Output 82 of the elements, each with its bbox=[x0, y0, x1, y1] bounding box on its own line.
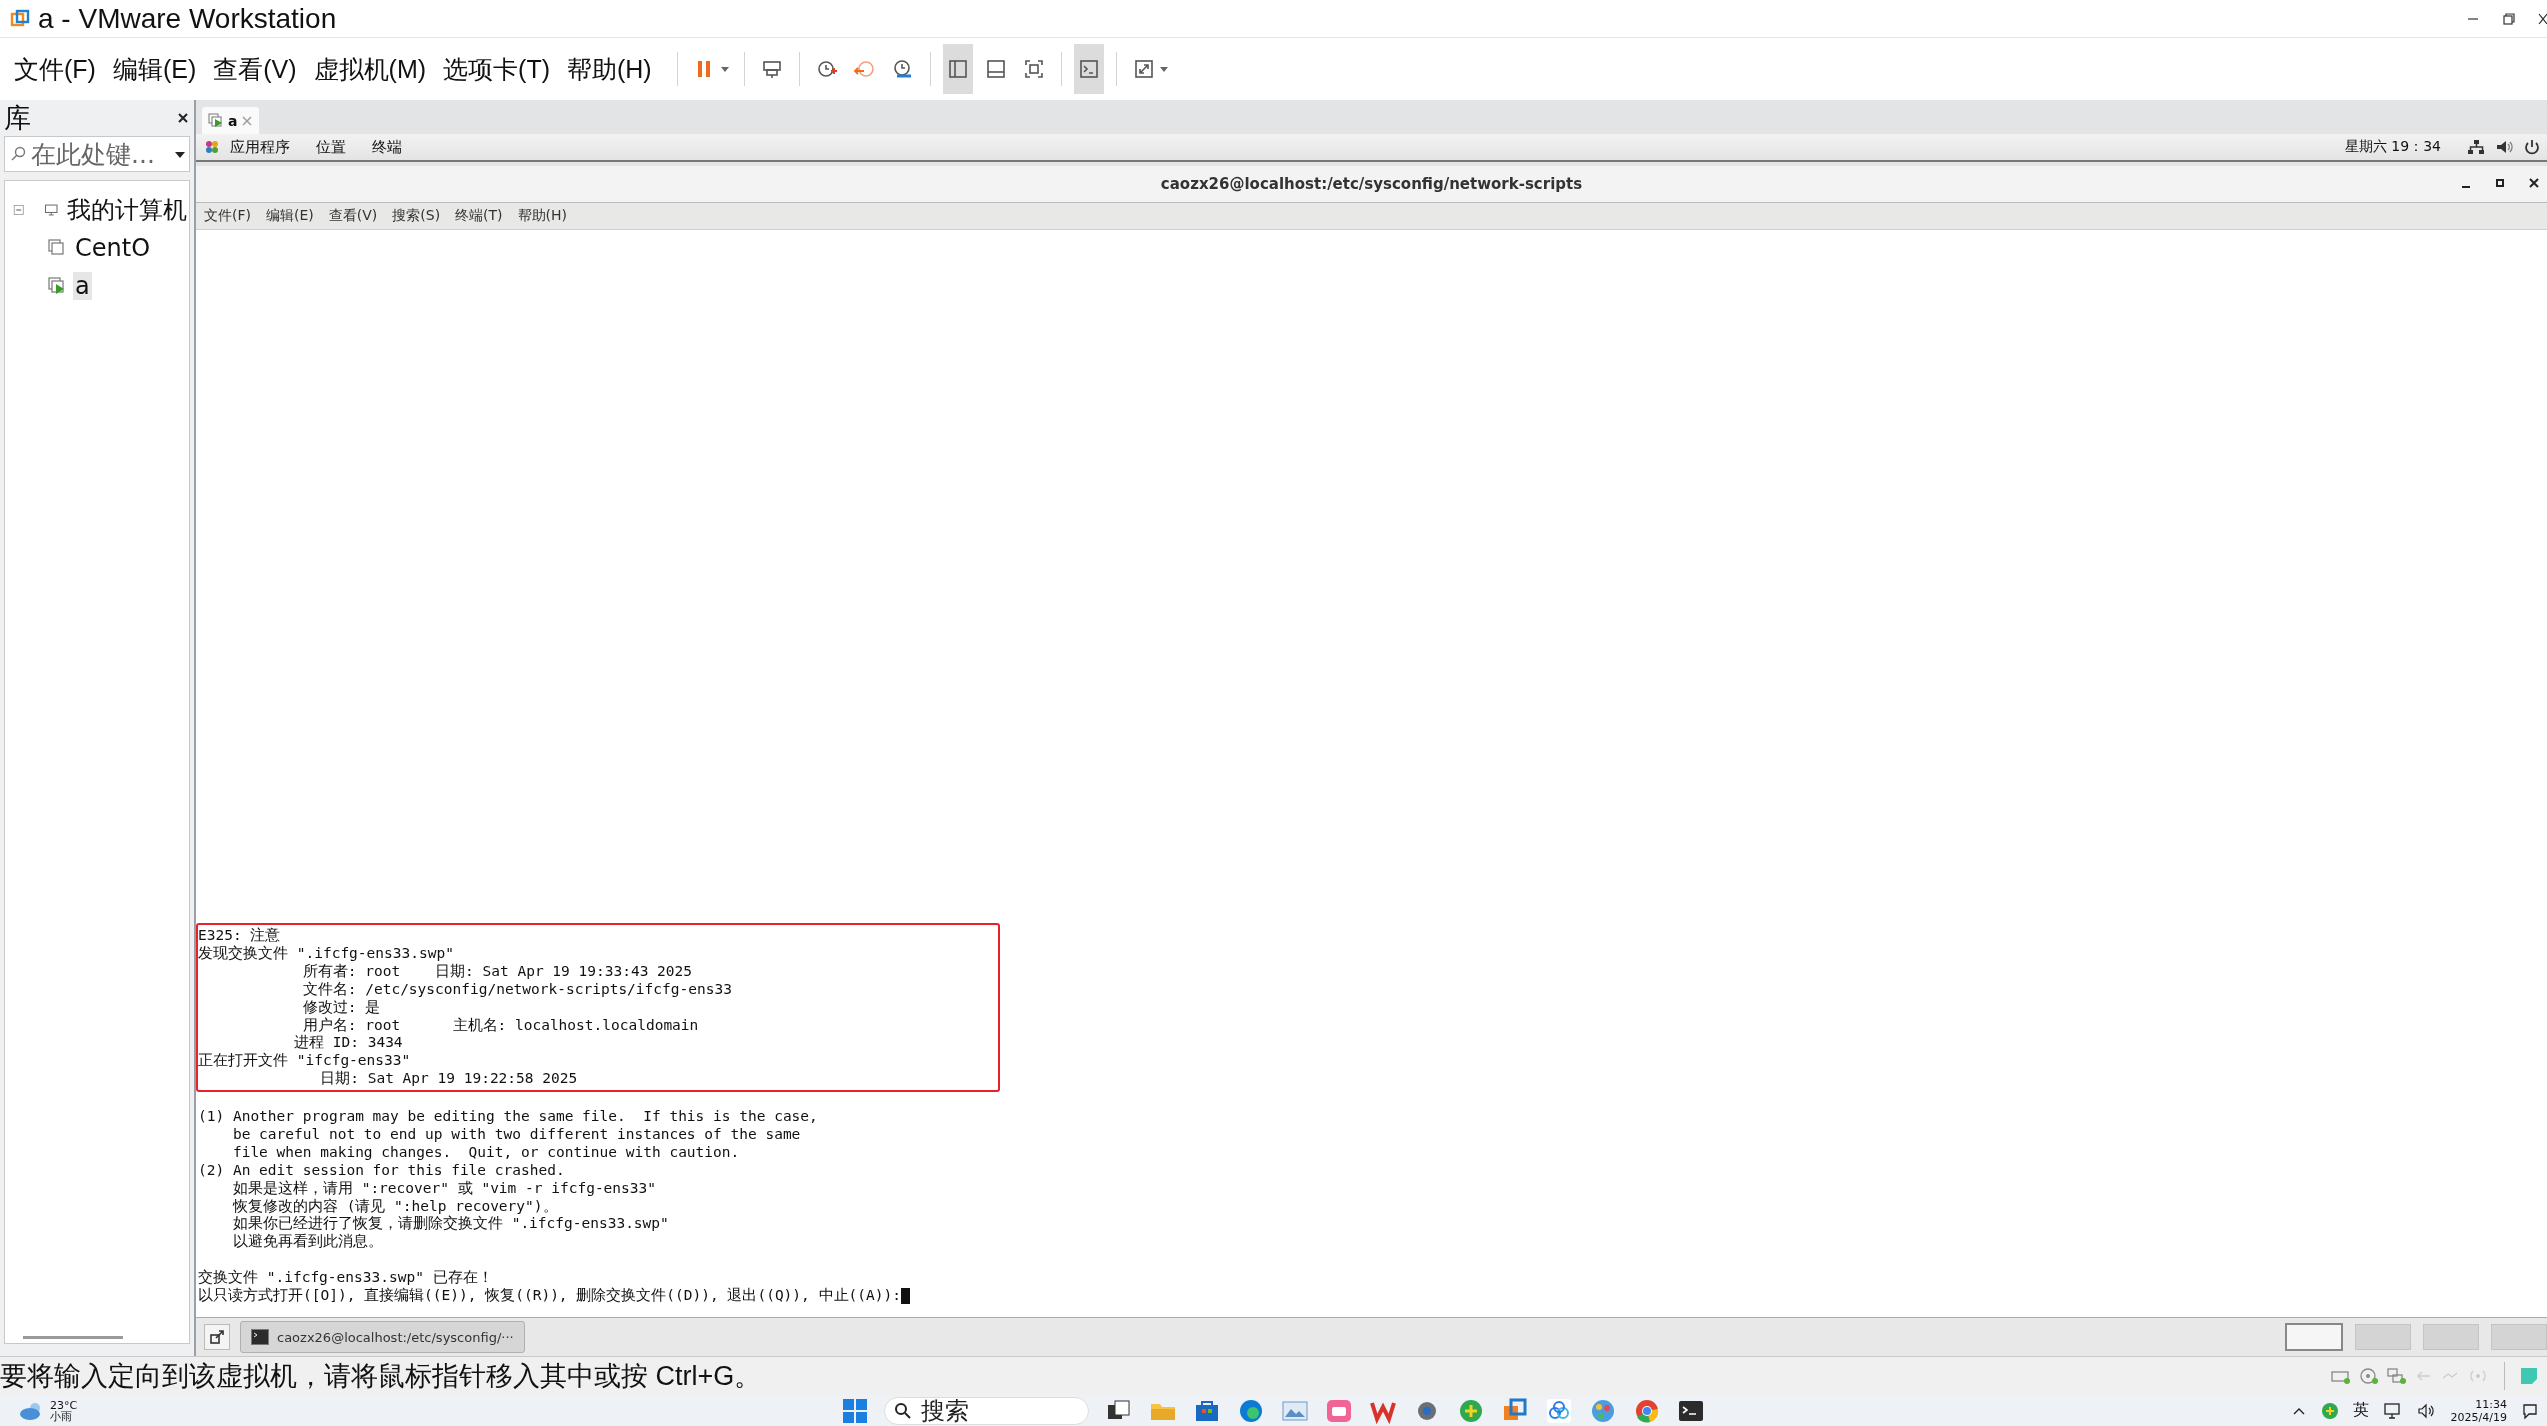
menu-item[interactable]: 编辑(E) bbox=[266, 207, 314, 225]
workspace-switcher[interactable] bbox=[2491, 1324, 2547, 1350]
temperature: 23°C bbox=[50, 1399, 78, 1411]
restore-icon[interactable] bbox=[2501, 10, 2517, 27]
terminal-line: (2) An edit session for this file crashed. bbox=[198, 1161, 566, 1180]
windows-start-icon[interactable] bbox=[842, 1397, 868, 1424]
app-icon bbox=[10, 8, 30, 29]
clock[interactable]: 星期六 19：34 bbox=[2344, 138, 2441, 156]
terminal-line: E325: 注意 bbox=[198, 927, 282, 945]
workspace-switcher[interactable] bbox=[2423, 1324, 2479, 1350]
search-field[interactable]: 搜索 bbox=[884, 1396, 1089, 1425]
terminal-line: 正在打开文件 "ifcfg-ens33" bbox=[198, 1052, 412, 1070]
panel-title: 库 bbox=[4, 101, 31, 135]
menu-item[interactable]: 虚拟机(M) bbox=[313, 48, 427, 90]
cloud-app-icon[interactable] bbox=[1545, 1396, 1573, 1425]
menu-item[interactable]: 帮助(H) bbox=[517, 207, 568, 225]
scrollbar[interactable] bbox=[23, 1336, 123, 1339]
menu-item[interactable]: 查看(V) bbox=[328, 207, 378, 225]
taskbar-button[interactable]: caozx26@localhost:/etc/sysconfig/··· bbox=[240, 1321, 525, 1353]
workspace-switcher[interactable] bbox=[2285, 1323, 2343, 1351]
menu-item[interactable]: 选项卡(T) bbox=[443, 48, 550, 90]
weather-condition: 小雨 bbox=[50, 1410, 73, 1422]
notification-icon[interactable] bbox=[2521, 1401, 2539, 1420]
terminal-line: 修改过: 是 bbox=[301, 998, 382, 1017]
network-adapter-icon[interactable] bbox=[2386, 1366, 2408, 1386]
terminal-line: 如果是这样，请用 ":recover" 或 "vim -r ifcfg-ens33" bbox=[231, 1179, 657, 1198]
date[interactable]: 2025/4/19 bbox=[2450, 1410, 2507, 1424]
time[interactable]: 11:34 bbox=[2475, 1397, 2507, 1411]
power-icon[interactable] bbox=[2523, 138, 2541, 156]
terminal-line: (1) Another program may be editing the same file. If this is the case, bbox=[198, 1108, 819, 1126]
guest-menu[interactable]: 终端 bbox=[372, 137, 402, 157]
window-title: a - VMware Workstation bbox=[38, 2, 337, 35]
search-icon bbox=[894, 1401, 912, 1420]
terminal-line: be careful not to end up with two different instances of the same bbox=[231, 1126, 802, 1144]
terminal-icon bbox=[251, 1329, 269, 1345]
tree-item[interactable]: a bbox=[73, 272, 92, 300]
terminal-line: 进程 ID: 3434 bbox=[293, 1034, 404, 1053]
menu-item[interactable]: 编辑(E) bbox=[112, 48, 197, 90]
network-icon[interactable] bbox=[2382, 1401, 2403, 1420]
guest-menu[interactable]: 应用程序 bbox=[230, 137, 290, 157]
terminal-line: 文件名: /etc/sysconfig/network-scripts/ifcfg-ens33 bbox=[301, 980, 733, 999]
tree-item[interactable]: CentO bbox=[73, 234, 153, 262]
gnome-foot-icon bbox=[204, 139, 220, 155]
tab-label: a bbox=[228, 112, 238, 129]
menu-item[interactable]: 帮助(H) bbox=[567, 48, 652, 90]
terminal-line: 所有者: root 日期: Sat Apr 19 19:33:43 2025 bbox=[301, 962, 694, 981]
terminal-line: file when making changes. Quit, or continue with caution. bbox=[231, 1143, 741, 1162]
network-icon[interactable] bbox=[2467, 138, 2485, 156]
disc-icon[interactable] bbox=[2358, 1366, 2380, 1386]
tree-item[interactable]: 我的计算机 bbox=[65, 194, 189, 226]
menu-item[interactable]: 搜索(S) bbox=[392, 207, 441, 225]
console-view-button[interactable] bbox=[1073, 44, 1104, 94]
show-desktop-icon[interactable] bbox=[204, 1324, 230, 1350]
guest-menu[interactable]: 位置 bbox=[316, 137, 346, 157]
plus-ball-icon[interactable] bbox=[2320, 1401, 2339, 1420]
volume-icon[interactable] bbox=[2416, 1401, 2437, 1420]
menu-item[interactable]: 终端(T) bbox=[455, 207, 503, 225]
terminal-line: 如果你已经进行了恢复，请删除交换文件 ".ifcfg-ens33.swp" bbox=[231, 1215, 670, 1233]
text-cursor bbox=[900, 1288, 910, 1305]
terminal-line: 以避免再看到此消息。 bbox=[231, 1233, 384, 1252]
close-icon[interactable] bbox=[176, 111, 190, 125]
terminal-line: 用户名: root 主机名: localhost.localdomain bbox=[301, 1016, 700, 1034]
menu-item[interactable]: 文件(F) bbox=[14, 48, 96, 90]
maximize-icon[interactable] bbox=[2493, 176, 2507, 190]
search-field[interactable]: 在此处键... bbox=[4, 136, 190, 172]
status-message: 要将输入定向到该虚拟机，请将鼠标指针移入其中或按 Ctrl+G。 bbox=[0, 1360, 762, 1393]
close-icon[interactable] bbox=[2527, 176, 2541, 190]
menu-item[interactable]: 文件(F) bbox=[204, 207, 251, 225]
input-method[interactable]: 英 bbox=[2352, 1400, 2369, 1421]
menu-item[interactable]: 查看(V) bbox=[213, 48, 297, 90]
search-icon bbox=[9, 145, 27, 163]
terminal-line: 以只读方式打开([O]), 直接编辑((E)), 恢复((R)), 删除交换文件((D)), 退出((Q)), 中止((A)): bbox=[198, 1287, 901, 1305]
vm-tab[interactable]: a bbox=[202, 107, 260, 134]
volume-icon[interactable] bbox=[2495, 138, 2513, 156]
terminal-line: 恢复修改的内容 (请见 ":help recovery")。 bbox=[231, 1197, 559, 1215]
workspace-switcher[interactable] bbox=[2355, 1324, 2411, 1350]
library-view-button[interactable] bbox=[942, 44, 973, 94]
terminal-title: caozx26@localhost:/etc/sysconfig/network-scripts bbox=[1160, 175, 1583, 193]
terminal-line: 发现交换文件 ".ifcfg-ens33.swp" bbox=[198, 944, 455, 963]
terminal-line: 交换文件 ".ifcfg-ens33.swp" 已存在！ bbox=[198, 1269, 494, 1287]
terminal-line: 日期: Sat Apr 19 19:22:58 2025 bbox=[319, 1070, 579, 1089]
collapse-icon[interactable] bbox=[13, 203, 25, 217]
